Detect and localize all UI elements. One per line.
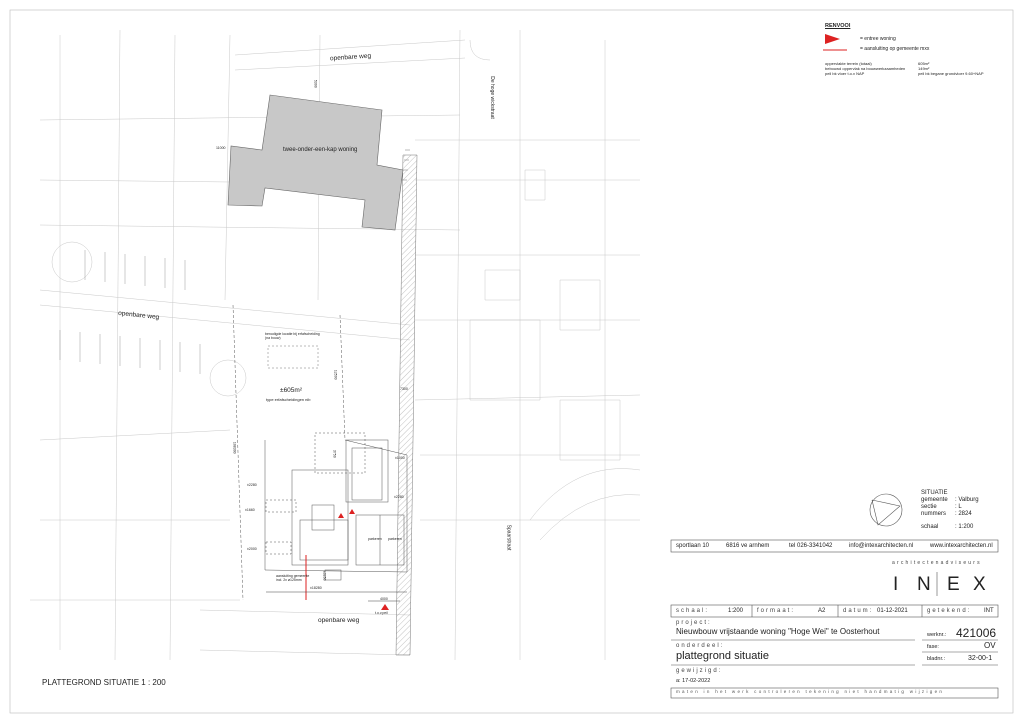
tb-getekend-value: INT	[984, 608, 994, 614]
dim-text: 4000	[380, 597, 388, 601]
contact-address: sportlaan 10	[676, 543, 710, 549]
brand-letter: X	[973, 574, 986, 595]
connection-note: aansluiting gemeente incl. 2x ø125mm	[276, 574, 310, 582]
dim-text: ±1000	[395, 456, 405, 460]
legend-area-label-3: peil bk vloer t.o.v NAP	[825, 71, 865, 76]
dim-text: 5300	[313, 79, 318, 88]
tb-bladnr-value: 32-00-1	[968, 655, 993, 662]
tb-project-value: Nieuwbouw vrijstaande woning "Hoge Wei" …	[676, 627, 880, 636]
legend-area-value-3: peil bk begane grondvloer 9.60+NAP	[918, 71, 984, 76]
situatie-value: : 2824	[955, 511, 972, 517]
neighbor-house-label: twee-onder-een-kap woning	[283, 147, 358, 153]
tb-formaat-label: formaat:	[757, 608, 796, 614]
tb-onderdeel-label: onderdeel:	[676, 643, 725, 649]
drawing-title: PLATTEGROND SITUATIE 1 : 200	[42, 678, 166, 687]
tb-formaat-value: A2	[818, 608, 826, 614]
situatie-value: : Valburg	[955, 497, 979, 503]
plot-note-label: type erfafscheidingen nib	[266, 397, 311, 402]
tb-onderdeel-value: plattegrond situatie	[676, 650, 769, 662]
tb-gewijzigd-value: a: 17-02-2022	[676, 678, 711, 684]
dim-text: ±18280	[310, 586, 322, 590]
site-plan-linework	[9, 9, 1014, 714]
box-note-label: benodigde locatie bij erfafscheiding (na…	[265, 332, 320, 340]
tb-datum-value: 01-12-2021	[877, 608, 908, 614]
tb-fase-label: fase:	[927, 644, 939, 650]
contact-tel: tel 026-3341042	[789, 543, 833, 549]
road-label-bottom: openbare weg	[318, 617, 360, 624]
plot-area-label: ±605m²	[280, 387, 302, 394]
legend-title: RENVOOI	[825, 23, 851, 29]
tb-fase-value: OV	[984, 641, 996, 650]
dim-text: 7300	[400, 387, 408, 391]
drawing-sheet: RENVOOI = entree woning = aansluiting op…	[0, 0, 1024, 724]
situatie-value: : 1:200	[955, 524, 974, 530]
parking-label-2: parkeren	[388, 537, 402, 541]
tb-bladnr-label: bladnr.:	[927, 656, 946, 662]
neighbor-house-shape	[227, 94, 404, 231]
situatie-key: sectie	[921, 504, 937, 510]
dim-text: 11000	[216, 146, 226, 150]
brand-letter: I	[893, 574, 899, 595]
legend-entrance-label: = entree woning	[860, 36, 896, 42]
dim-text: ±2280	[247, 483, 257, 487]
situatie-key: schaal	[921, 524, 939, 530]
tb-datum-label: datum:	[843, 608, 874, 614]
street-label-bottom-right: Spaarstraat	[505, 524, 512, 551]
tb-project-label: project:	[676, 620, 712, 626]
legend-entrance-flag	[825, 34, 840, 44]
legend-connection-label: = aansluiting op gemeente mxx	[860, 46, 930, 52]
dim-text: ±1660	[245, 508, 255, 512]
tb-schaal-label: schaal:	[676, 608, 710, 614]
situatie-key: nummers	[921, 511, 947, 517]
level-mark: t.o.v.peil	[375, 611, 388, 615]
dim-text: ±3250	[322, 570, 327, 581]
dim-text: ±2280	[394, 495, 404, 499]
brand-letter: E	[947, 574, 960, 595]
dim-text: 108300	[232, 441, 237, 454]
dim-text: 3750	[332, 449, 337, 458]
situatie-value: : L	[955, 504, 962, 510]
situatie-title: SITUATIE	[921, 490, 948, 496]
brand-tagline: architectenadviseurs	[892, 560, 982, 566]
tb-getekend-label: getekend:	[927, 608, 972, 614]
tb-gewijzigd-label: gewijzigd:	[676, 668, 723, 674]
dim-text: 12590	[333, 369, 338, 380]
tb-werknr-value: 421006	[956, 626, 997, 640]
tb-werknr-label: werknr.:	[927, 632, 947, 638]
street-label-top-right: De hoge wickstraat	[488, 76, 495, 119]
brand-letter: N	[917, 574, 931, 595]
parking-label-1: parkeren	[368, 537, 382, 541]
contact-web-link[interactable]: www.intexarchitecten.nl	[930, 543, 993, 549]
tb-footer-note: maten in het werk controleren tekening n…	[676, 689, 945, 694]
dim-text: ±2000	[247, 547, 257, 551]
situatie-key: gemeente	[921, 497, 948, 503]
contact-email-link[interactable]: info@intexarchitecten.nl	[849, 543, 913, 549]
contact-city: 6816 ve arnhem	[726, 543, 770, 549]
tb-schaal-value: 1:200	[728, 608, 744, 614]
